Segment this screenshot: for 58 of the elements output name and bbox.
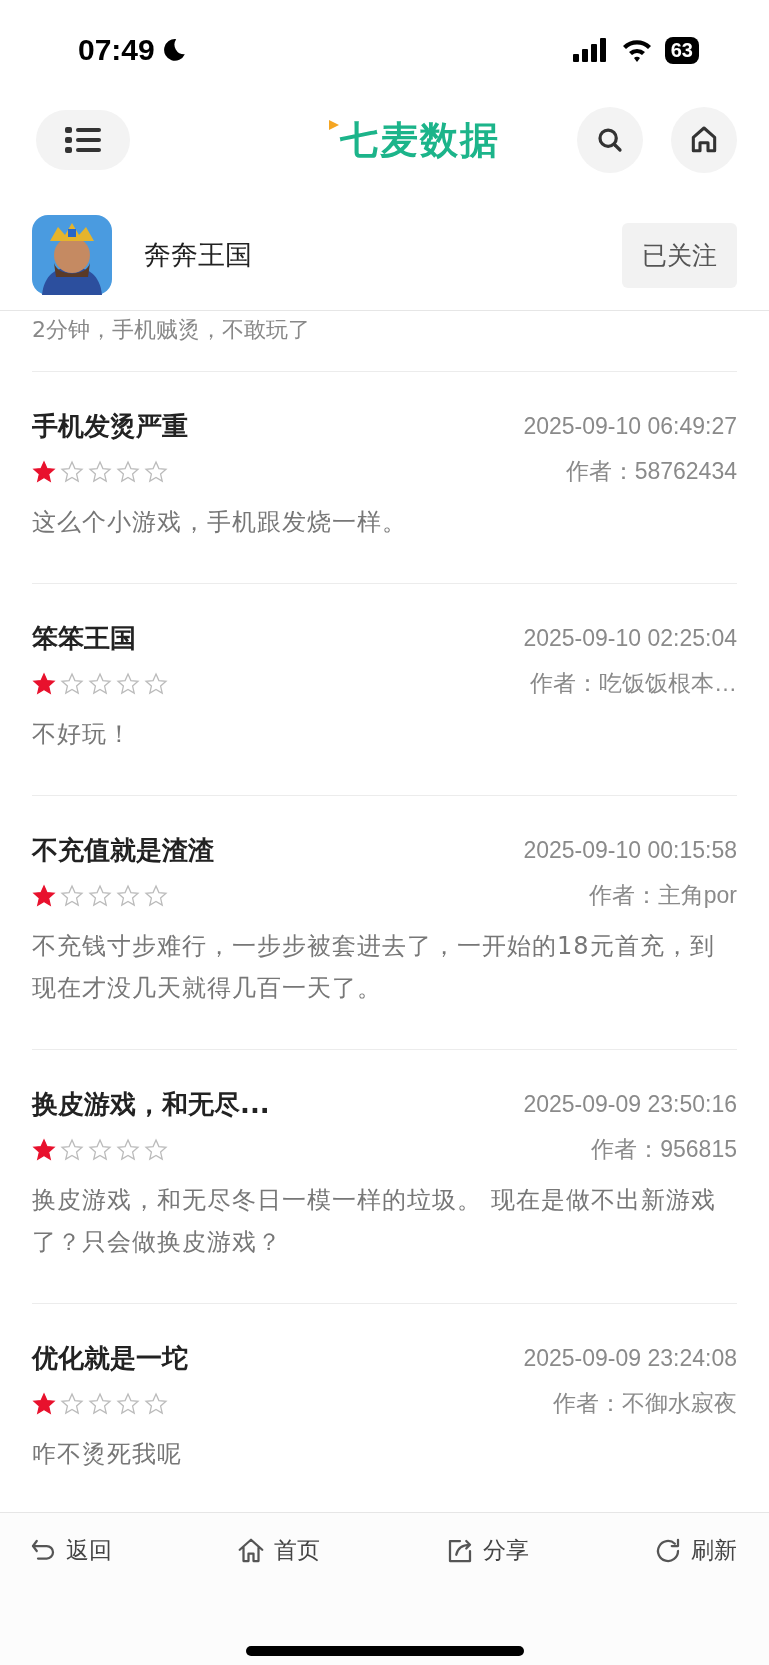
star-icon xyxy=(32,883,56,908)
star-icon xyxy=(116,671,140,696)
review-text: 换皮游戏，和无尽冬日一模一样的垃圾。 现在是做不出新游戏了？只会做换皮游戏？ xyxy=(32,1185,717,1258)
review-author: 作者：主角por xyxy=(588,881,737,910)
flag-icon xyxy=(327,118,340,131)
battery-level: 63 xyxy=(664,36,699,64)
star-icon xyxy=(144,671,168,696)
app-name: 奔奔王国 xyxy=(144,238,253,272)
signal-icon xyxy=(572,38,609,62)
star-icon xyxy=(60,883,84,908)
star-icon xyxy=(60,459,84,484)
review-text: 不充钱寸步难行，一步步被套进去了，一开始的18元首充，到现在才没几天就得几百一天了。 xyxy=(32,931,716,1004)
review-title: 换皮游戏，和无尽... xyxy=(32,1088,270,1121)
review-text: 不好玩！ xyxy=(32,719,133,750)
toolbar-button[interactable]: 分享 xyxy=(444,1535,529,1566)
star-icon xyxy=(60,671,84,696)
star-icon xyxy=(88,1137,112,1162)
app-icon xyxy=(32,215,112,295)
follow-button[interactable]: 已关注 xyxy=(622,222,737,288)
star-icon xyxy=(144,459,168,484)
review-text: 这么个小游戏，手机跟发烧一样。 xyxy=(32,507,408,538)
star-icon xyxy=(88,671,112,696)
star-icon xyxy=(32,671,56,696)
review-title: 优化就是一坨 xyxy=(32,1342,188,1375)
review-date: 2025-09-10 06:49:27 xyxy=(523,412,737,440)
review-date: 2025-09-09 23:24:08 xyxy=(523,1344,737,1372)
review-date: 2025-09-09 23:50:16 xyxy=(523,1090,737,1118)
toolbar-button[interactable]: 首页 xyxy=(236,1535,321,1566)
star-icon xyxy=(88,1391,112,1416)
star-icon xyxy=(144,1137,168,1162)
star-icon xyxy=(116,1391,140,1416)
star-icon xyxy=(60,1391,84,1416)
star-icon xyxy=(116,1137,140,1162)
review-text: 咋不烫死我呢 xyxy=(32,1439,183,1470)
review-author: 作者：不御水寂夜 xyxy=(553,1389,737,1418)
star-icon xyxy=(116,459,140,484)
toolbar-button[interactable]: 返回 xyxy=(28,1535,112,1566)
star-icon xyxy=(32,1137,56,1162)
star-icon xyxy=(144,1391,168,1416)
review-date: 2025-09-10 02:25:04 xyxy=(523,624,737,652)
review-date: 2025-09-10 00:15:58 xyxy=(523,836,737,864)
review-text: 2分钟，手机贼烫，不敢玩了 xyxy=(32,311,737,372)
star-icon xyxy=(32,459,56,484)
review-title: 不充值就是渣渣 xyxy=(32,834,214,867)
star-icon xyxy=(88,459,112,484)
menu-icon xyxy=(63,125,103,155)
status-time: 07:49 xyxy=(78,33,155,67)
star-icon xyxy=(88,883,112,908)
review-author: 作者：58762434 xyxy=(565,457,737,486)
star-icon xyxy=(144,883,168,908)
review-title: 手机发烫严重 xyxy=(32,410,188,443)
star-icon xyxy=(116,883,140,908)
star-icon xyxy=(32,1391,56,1416)
toolbar-button[interactable]: 刷新 xyxy=(653,1535,737,1566)
review-author: 作者：吃饭饭根本… xyxy=(530,669,737,698)
star-icon xyxy=(60,1137,84,1162)
review-author: 作者：956815 xyxy=(591,1135,737,1164)
review-title: 笨笨王国 xyxy=(32,622,136,655)
